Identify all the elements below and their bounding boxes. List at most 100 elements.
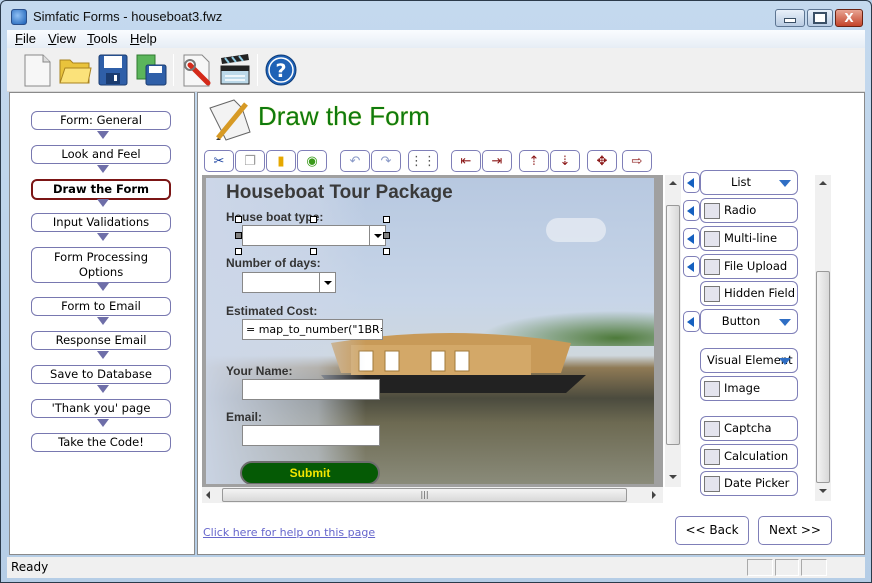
resize-handle[interactable] (235, 216, 242, 223)
scroll-left-icon[interactable] (206, 491, 210, 499)
palette-visual-element[interactable]: Visual Element (700, 348, 798, 373)
palette-hidden-field[interactable]: Hidden Field (700, 281, 798, 306)
paste-button[interactable]: ▮ (266, 150, 296, 172)
next-button[interactable]: Next >> (758, 516, 832, 545)
menu-view[interactable]: View (48, 31, 76, 46)
submit-button[interactable]: Submit (240, 461, 380, 484)
align-bottom-button[interactable]: ⇣ (550, 150, 580, 172)
step-look-and-feel[interactable]: Look and Feel (31, 145, 171, 164)
chevron-down-icon[interactable] (779, 319, 791, 326)
scroll-thumb[interactable] (666, 205, 680, 445)
resize-handle[interactable] (383, 232, 390, 239)
palette-multi-line-text[interactable]: Multi-line Text (700, 226, 798, 268)
palette-calculation[interactable]: Calculation (700, 444, 798, 469)
insert-left-arrow-icon[interactable] (683, 172, 700, 193)
canvas-horizontal-scrollbar[interactable]: ||| (202, 487, 663, 503)
insert-left-arrow-icon[interactable] (683, 256, 700, 277)
grid-button[interactable]: ⋮⋮ (408, 150, 438, 172)
close-button[interactable]: X (835, 9, 863, 27)
resize-handle[interactable] (235, 248, 242, 255)
scroll-right-icon[interactable] (652, 491, 656, 499)
palette-list[interactable]: List (700, 170, 798, 195)
scroll-down-icon[interactable] (819, 489, 827, 493)
save-as-icon[interactable] (133, 52, 169, 88)
duplicate-button[interactable]: ◉ (297, 150, 327, 172)
minimize-icon (776, 10, 804, 26)
back-button[interactable]: << Back (675, 516, 749, 545)
maximize-button[interactable] (807, 9, 833, 27)
estimated-cost-field[interactable]: = map_to_number("1BR=>2 (242, 319, 383, 340)
resize-handle[interactable] (235, 232, 242, 239)
help-link[interactable]: Click here for help on this page (203, 526, 375, 539)
palette-label: File Upload (724, 259, 788, 273)
step-draw-the-form[interactable]: Draw the Form (31, 179, 171, 200)
step-save-to-database[interactable]: Save to Database (31, 365, 171, 384)
scroll-thumb[interactable]: ||| (222, 488, 627, 502)
palette-vertical-scrollbar[interactable] (815, 175, 831, 501)
copy-button[interactable]: ❐ (235, 150, 265, 172)
date-picker-icon (704, 476, 720, 492)
save-icon[interactable] (95, 52, 131, 88)
insert-left-arrow-icon[interactable] (683, 311, 700, 332)
open-folder-icon[interactable] (57, 52, 93, 88)
settings-wrench-icon[interactable] (179, 52, 215, 88)
email-field[interactable] (242, 425, 380, 446)
scroll-thumb[interactable] (816, 271, 830, 483)
redo-button[interactable]: ↷ (371, 150, 401, 172)
cut-button[interactable]: ✂ (204, 150, 234, 172)
palette-file-upload[interactable]: File Upload (700, 254, 798, 279)
palette-captcha[interactable]: Captcha (700, 416, 798, 441)
resize-handle[interactable] (383, 248, 390, 255)
canvas-vertical-scrollbar[interactable] (665, 175, 681, 487)
same-size-button[interactable]: ⇨ (622, 150, 652, 172)
undo-button[interactable]: ↶ (340, 150, 370, 172)
flow-arrow-icon (97, 419, 109, 427)
your-name-field[interactable] (242, 379, 380, 400)
status-text: Ready (11, 560, 49, 574)
resize-handle[interactable] (310, 216, 317, 223)
number-of-days-select[interactable] (242, 272, 336, 293)
chevron-down-icon[interactable] (319, 273, 335, 292)
scroll-up-icon[interactable] (819, 181, 827, 185)
palette-image[interactable]: Image (700, 376, 798, 401)
new-file-icon[interactable] (19, 52, 55, 88)
help-icon[interactable]: ? (263, 52, 299, 88)
menu-tools[interactable]: Tools (87, 31, 117, 46)
insert-left-arrow-icon[interactable] (683, 228, 700, 249)
palette-label: Hidden Field (724, 286, 796, 300)
scroll-down-icon[interactable] (669, 475, 677, 479)
clapperboard-icon[interactable] (217, 52, 253, 88)
step-form-to-email[interactable]: Form to Email (31, 297, 171, 316)
scroll-up-icon[interactable] (669, 181, 677, 185)
menu-file[interactable]: File (15, 31, 36, 46)
resize-handle[interactable] (310, 248, 317, 255)
step-input-validations[interactable]: Input Validations (31, 213, 171, 232)
flow-arrow-icon (97, 317, 109, 325)
align-right-button[interactable]: ⇥ (482, 150, 512, 172)
step-thank-you-page[interactable]: 'Thank you' page (31, 399, 171, 418)
minimize-button[interactable] (775, 9, 805, 27)
chevron-down-icon[interactable] (779, 358, 791, 365)
palette-date-picker[interactable]: Date Picker (700, 471, 798, 496)
step-form-general[interactable]: Form: General (31, 111, 171, 130)
center-button[interactable]: ✥ (587, 150, 617, 172)
toolbar-separator (173, 54, 174, 86)
form-background-image: Houseboat Tour Package House boat type: … (206, 178, 654, 484)
chevron-down-icon[interactable] (779, 180, 791, 187)
palette-button[interactable]: Button (700, 309, 798, 334)
resize-handle[interactable] (383, 216, 390, 223)
main-toolbar: ? (7, 48, 865, 92)
step-response-email[interactable]: Response Email (31, 331, 171, 350)
houseboat-type-select[interactable] (242, 225, 386, 246)
insert-left-arrow-icon[interactable] (683, 200, 700, 221)
form-canvas[interactable]: Houseboat Tour Package House boat type: … (202, 175, 663, 487)
palette-radio-button[interactable]: Radio button (700, 198, 798, 240)
step-take-the-code[interactable]: Take the Code! (31, 433, 171, 452)
app-icon (11, 9, 27, 25)
menu-help[interactable]: Help (130, 31, 157, 46)
align-top-button[interactable]: ⇡ (519, 150, 549, 172)
align-left-button[interactable]: ⇤ (451, 150, 481, 172)
radio-button-icon (704, 203, 720, 219)
redo-icon: ↷ (380, 153, 392, 169)
step-form-processing-options[interactable]: Form Processing Options (31, 247, 171, 283)
